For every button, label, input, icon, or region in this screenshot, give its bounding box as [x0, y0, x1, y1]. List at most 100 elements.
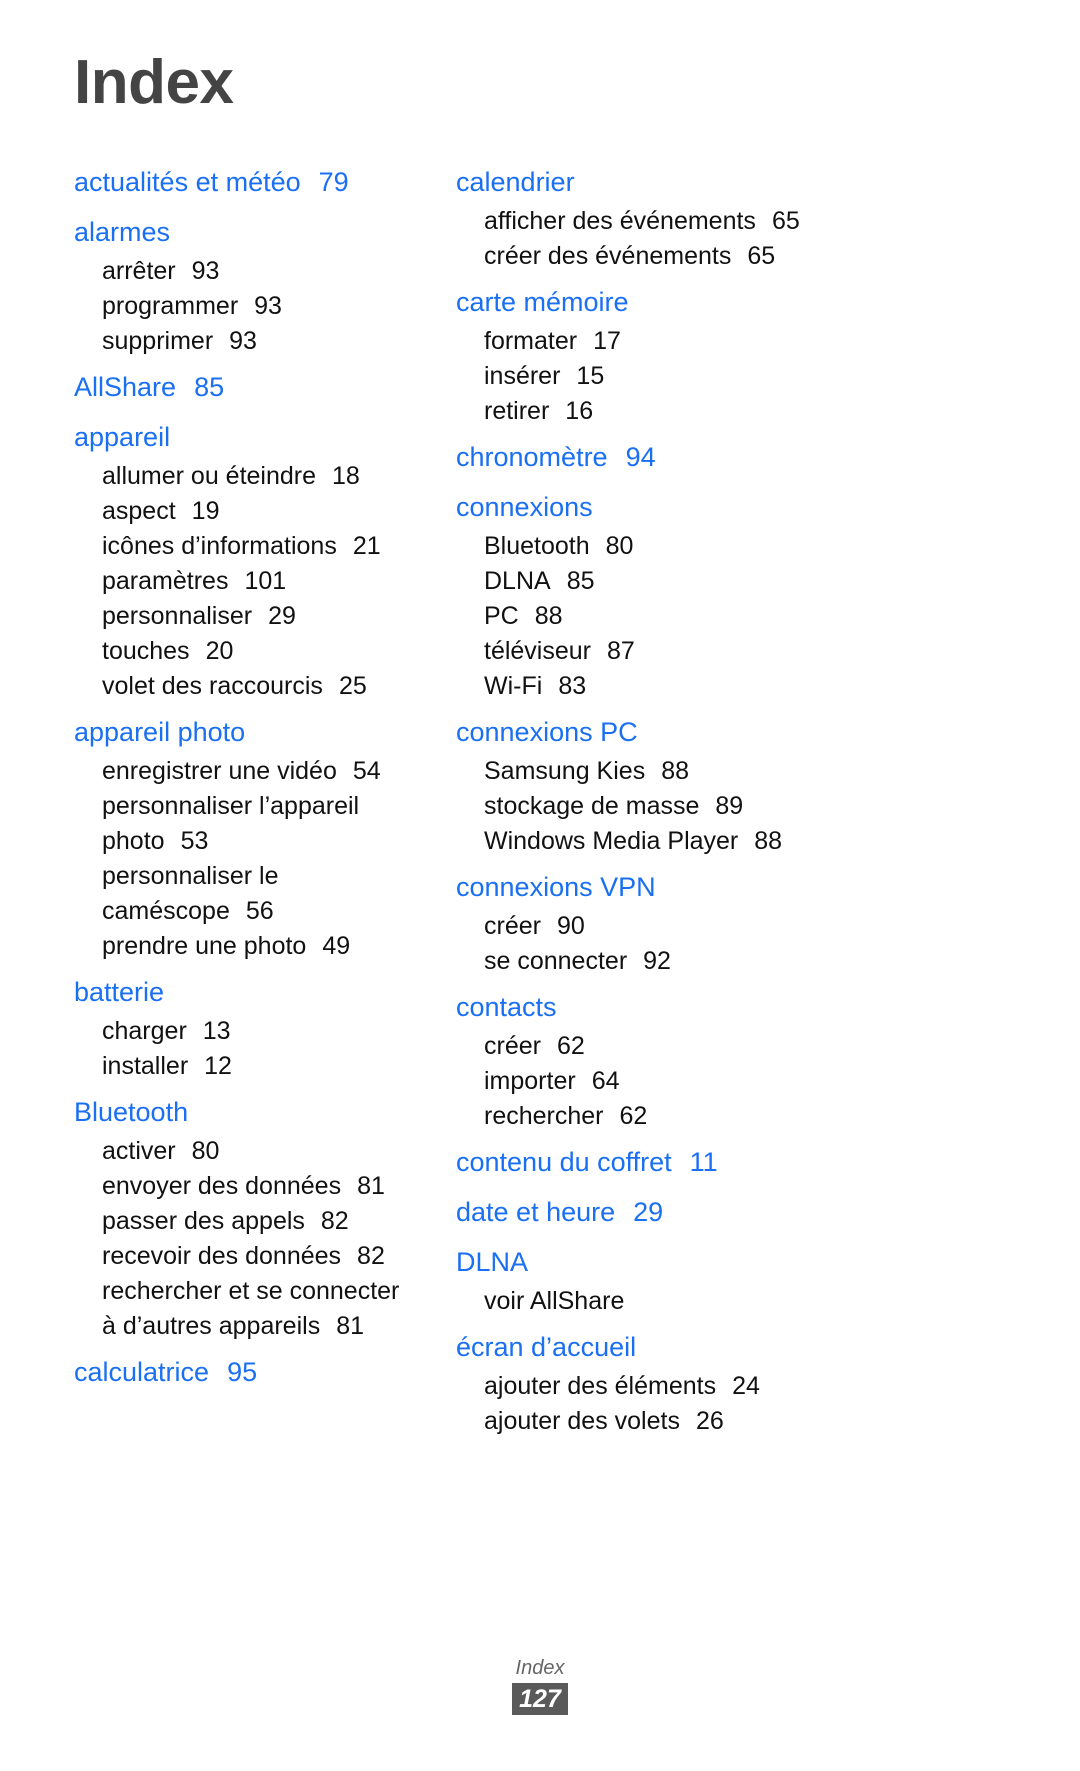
- index-subentry-label: installer: [102, 1052, 189, 1080]
- index-subentry-page-number: 88: [754, 827, 783, 855]
- index-subentry[interactable]: installer 12: [74, 1049, 420, 1084]
- index-subentry[interactable]: recevoir des données 82: [74, 1239, 420, 1274]
- index-subentry[interactable]: insérer 15: [456, 359, 980, 394]
- index-heading[interactable]: Bluetooth: [74, 1090, 420, 1134]
- index-heading[interactable]: chronomètre 94: [456, 435, 980, 479]
- index-subentry[interactable]: créer 90: [456, 909, 980, 944]
- index-heading-label: calculatrice: [74, 1357, 210, 1387]
- index-subentry-page-number: 29: [268, 602, 296, 630]
- index-subentry-page-number: 16: [565, 397, 594, 425]
- index-subentry-page-number: 13: [202, 1017, 231, 1045]
- index-columns: actualités et météo 79 alarmes arrêter 93 pro…: [0, 160, 1080, 1445]
- index-subentry-page-number: 85: [566, 567, 595, 595]
- index-subentry[interactable]: ajouter des éléments 24: [456, 1369, 980, 1404]
- index-subentry-label: icônes d’informations: [102, 532, 337, 560]
- index-subentry[interactable]: touches 20: [74, 634, 420, 669]
- index-heading-label: calendrier: [456, 167, 575, 197]
- index-subentry[interactable]: activer 80: [74, 1134, 420, 1169]
- index-group: date et heure 29: [456, 1190, 980, 1234]
- index-subentry[interactable]: ajouter des volets 26: [456, 1404, 980, 1439]
- index-subentry[interactable]: rechercher 62: [456, 1099, 980, 1134]
- index-subentry[interactable]: créer des événements 65: [456, 239, 980, 274]
- index-heading[interactable]: DLNA: [456, 1240, 980, 1284]
- index-subentry-page-number: 56: [245, 897, 274, 925]
- index-group: actualités et météo 79: [74, 160, 420, 204]
- index-heading[interactable]: appareil: [74, 415, 420, 459]
- index-heading-label: date et heure: [456, 1197, 616, 1227]
- index-heading[interactable]: connexions PC: [456, 710, 980, 754]
- index-heading-page-number: 79: [318, 167, 349, 197]
- index-heading[interactable]: connexions: [456, 485, 980, 529]
- index-subentry-label: retirer: [484, 397, 550, 425]
- index-subentry[interactable]: formater 17: [456, 324, 980, 359]
- index-subentry[interactable]: prendre une photo 49: [74, 929, 420, 964]
- index-subentry[interactable]: charger 13: [74, 1014, 420, 1049]
- index-heading-page-number: 94: [625, 442, 656, 472]
- index-subentry[interactable]: Wi-Fi 83: [456, 669, 980, 704]
- index-subentry-label: supprimer: [102, 327, 214, 355]
- index-heading[interactable]: calendrier: [456, 160, 980, 204]
- index-subentry[interactable]: PC 88: [456, 599, 980, 634]
- index-heading[interactable]: AllShare 85: [74, 365, 420, 409]
- index-subentry-page-number: 81: [336, 1312, 365, 1340]
- index-page: Index actualités et météo 79 alarmes arrête…: [0, 0, 1080, 1771]
- index-subentry[interactable]: importer 64: [456, 1064, 980, 1099]
- index-subentry[interactable]: aspect 19: [74, 494, 420, 529]
- index-subentry[interactable]: retirer 16: [456, 394, 980, 429]
- index-group: chronomètre 94: [456, 435, 980, 479]
- index-subentry[interactable]: DLNA 85: [456, 564, 980, 599]
- index-heading[interactable]: appareil photo: [74, 710, 420, 754]
- index-subentry[interactable]: personnaliser l’appareil photo 53: [74, 789, 420, 859]
- index-heading[interactable]: calculatrice 95: [74, 1350, 420, 1394]
- index-subentry[interactable]: rechercher et se connecter à d’autres ap…: [74, 1274, 420, 1344]
- index-subentry-page-number: 64: [591, 1067, 620, 1095]
- index-heading[interactable]: contacts: [456, 985, 980, 1029]
- index-heading[interactable]: écran d’accueil: [456, 1325, 980, 1369]
- index-subentry[interactable]: Samsung Kies 88: [456, 754, 980, 789]
- index-subentry[interactable]: personnaliser 29: [74, 599, 420, 634]
- index-subentry[interactable]: programmer 93: [74, 289, 420, 324]
- index-heading[interactable]: batterie: [74, 970, 420, 1014]
- index-heading-label: DLNA: [456, 1247, 529, 1277]
- index-subentry[interactable]: afficher des événements 65: [456, 204, 980, 239]
- index-heading[interactable]: alarmes: [74, 210, 420, 254]
- index-subentry[interactable]: stockage de masse 89: [456, 789, 980, 824]
- index-subentry[interactable]: créer 62: [456, 1029, 980, 1064]
- index-subentry[interactable]: voir AllShare: [456, 1284, 980, 1319]
- index-subentry-page-number: 65: [747, 242, 776, 270]
- index-subentry[interactable]: supprimer 93: [74, 324, 420, 359]
- index-subentry-page-number: 17: [593, 327, 621, 355]
- index-subentry-page-number: 20: [205, 637, 234, 665]
- index-subentry-label: activer: [102, 1137, 176, 1165]
- index-subentry[interactable]: enregistrer une vidéo 54: [74, 754, 420, 789]
- index-subentry[interactable]: volet des raccourcis 25: [74, 669, 420, 704]
- index-heading-page-number: 95: [227, 1357, 258, 1387]
- index-heading[interactable]: date et heure 29: [456, 1190, 980, 1234]
- index-heading[interactable]: contenu du coffret 11: [456, 1140, 980, 1184]
- index-subentry-page-number: 21: [352, 532, 381, 560]
- index-heading-label: alarmes: [74, 217, 171, 247]
- index-heading-label: batterie: [74, 977, 165, 1007]
- index-subentry[interactable]: se connecter 92: [456, 944, 980, 979]
- index-subentry[interactable]: Windows Media Player 88: [456, 824, 980, 859]
- index-heading[interactable]: actualités et météo 79: [74, 160, 420, 204]
- index-subentry-page-number: 93: [191, 257, 220, 285]
- index-heading-label: écran d’accueil: [456, 1332, 637, 1362]
- index-heading[interactable]: connexions VPN: [456, 865, 980, 909]
- index-subentry[interactable]: passer des appels 82: [74, 1204, 420, 1239]
- index-subentry[interactable]: envoyer des données 81: [74, 1169, 420, 1204]
- index-subentry[interactable]: icônes d’informations 21: [74, 529, 420, 564]
- page-footer: Index 127: [0, 1655, 1080, 1715]
- index-subentry[interactable]: paramètres 101: [74, 564, 420, 599]
- index-heading-label: connexions PC: [456, 717, 638, 747]
- index-subentry[interactable]: personnaliser le caméscope 56: [74, 859, 420, 929]
- index-subentry-page-number: 82: [320, 1207, 349, 1235]
- index-subentry[interactable]: allumer ou éteindre 18: [74, 459, 420, 494]
- index-subentry-page-number: 80: [191, 1137, 220, 1165]
- index-subentry[interactable]: téléviseur 87: [456, 634, 980, 669]
- index-subentry[interactable]: arrêter 93: [74, 254, 420, 289]
- index-heading[interactable]: carte mémoire: [456, 280, 980, 324]
- index-group: appareil photo enregistrer une vidéo 54 per…: [74, 710, 420, 964]
- index-subentry[interactable]: Bluetooth 80: [456, 529, 980, 564]
- index-subentry-page-number: 62: [556, 1032, 585, 1060]
